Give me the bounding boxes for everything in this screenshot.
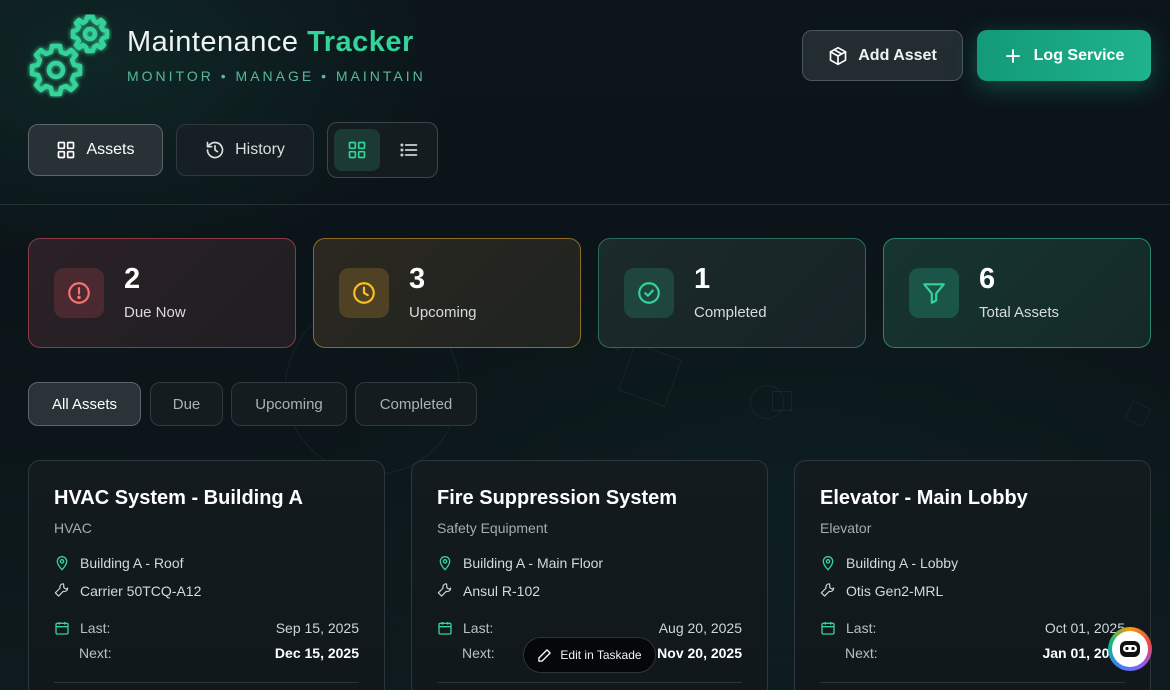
asset-location: Building A - Lobby — [820, 555, 1125, 571]
stat-value: 3 — [409, 263, 426, 295]
stat-completed[interactable]: 1 Completed — [598, 238, 866, 348]
asset-model: Otis Gen2-MRL — [820, 583, 1125, 599]
stat-value: 1 — [694, 263, 711, 295]
calendar-icon — [54, 620, 70, 636]
asset-name: Fire Suppression System — [437, 487, 678, 509]
asset-location-text: Building A - Lobby — [846, 555, 959, 571]
asset-name: HVAC System - Building A — [54, 487, 303, 509]
asset-name: Elevator - Main Lobby — [820, 487, 1028, 509]
next-service-label: Next: — [79, 645, 112, 661]
app-title: Maintenance Tracker — [127, 26, 426, 59]
stat-total-assets[interactable]: 6 Total Assets — [883, 238, 1151, 348]
asset-location-text: Building A - Main Floor — [463, 555, 604, 571]
clock-icon — [339, 268, 389, 318]
asset-model: Ansul R-102 — [437, 583, 742, 599]
brand: Maintenance Tracker MONITOR • MANAGE • M… — [127, 26, 426, 84]
card-divider — [820, 682, 1125, 683]
gears-logo-icon — [26, 14, 112, 98]
wrench-icon — [820, 583, 836, 599]
asset-model-text: Ansul R-102 — [463, 583, 541, 599]
filter-upcoming[interactable]: Upcoming — [231, 382, 347, 426]
stat-value: 2 — [124, 263, 141, 295]
stat-label: Upcoming — [409, 304, 477, 321]
pencil-icon — [537, 648, 552, 663]
tab-assets[interactable]: Assets — [28, 124, 163, 176]
card-divider — [54, 682, 359, 683]
calendar-icon — [437, 620, 453, 636]
asset-card[interactable]: HVAC System - Building A HVAC Building A… — [28, 460, 385, 690]
stat-value: 6 — [979, 263, 996, 295]
app-title-accent: Tracker — [307, 26, 414, 58]
asset-dates: Last: Sep 15, 2025 Next: Dec 15, 2025 — [54, 619, 359, 662]
next-service-date: Dec 15, 2025 — [274, 645, 359, 661]
assistant-avatar-button[interactable] — [1108, 627, 1152, 671]
filter-completed[interactable]: Completed — [355, 382, 477, 426]
plus-icon — [1004, 47, 1022, 65]
next-service-label: Next: — [462, 645, 495, 661]
filter-all-assets[interactable]: All Assets — [28, 382, 141, 426]
tab-history[interactable]: History — [176, 124, 314, 176]
tab-history-label: History — [235, 141, 285, 158]
check-circle-icon — [624, 268, 674, 318]
asset-location-text: Building A - Roof — [80, 555, 184, 571]
view-mode-toggle — [327, 122, 438, 178]
stat-label: Due Now — [124, 304, 186, 321]
stat-due-now[interactable]: 2 Due Now — [28, 238, 296, 348]
last-service-label: Last: — [846, 620, 877, 636]
asset-model: Carrier 50TCQ-A12 — [54, 583, 359, 599]
asset-dates: Last: Oct 01, 2025 Next: Jan 01, 2026 — [820, 619, 1125, 662]
asset-card[interactable]: Elevator - Main Lobby Elevator Building … — [794, 460, 1151, 690]
stat-label: Total Assets — [979, 304, 1060, 321]
edit-in-taskade-button[interactable]: Edit in Taskade — [523, 637, 656, 673]
map-pin-icon — [437, 555, 453, 571]
card-divider — [437, 682, 742, 683]
grid-view-button[interactable] — [334, 129, 380, 171]
background-shape — [772, 391, 792, 411]
edit-in-taskade-label: Edit in Taskade — [560, 648, 642, 662]
asset-category: HVAC — [54, 520, 92, 536]
grid-view-icon — [347, 140, 367, 160]
asset-model-text: Otis Gen2-MRL — [846, 583, 944, 599]
last-service-date: Aug 20, 2025 — [658, 620, 742, 636]
next-service-label: Next: — [845, 645, 878, 661]
log-service-button[interactable]: Log Service — [977, 30, 1151, 81]
list-view-button[interactable] — [386, 129, 432, 171]
filter-due[interactable]: Due — [150, 382, 223, 426]
map-pin-icon — [54, 555, 70, 571]
asset-category: Elevator — [820, 520, 872, 536]
alert-circle-icon — [54, 268, 104, 318]
tab-assets-label: Assets — [86, 141, 135, 158]
add-asset-label: Add Asset — [858, 46, 937, 64]
map-pin-icon — [820, 555, 836, 571]
grid-icon — [56, 140, 76, 160]
app-header: Maintenance Tracker MONITOR • MANAGE • M… — [0, 0, 1170, 205]
asset-location: Building A - Main Floor — [437, 555, 742, 571]
stat-label: Completed — [694, 304, 767, 321]
next-service-date: Nov 20, 2025 — [657, 645, 742, 661]
robot-avatar-icon — [1112, 631, 1148, 667]
asset-category: Safety Equipment — [437, 520, 548, 536]
asset-model-text: Carrier 50TCQ-A12 — [80, 583, 202, 599]
log-service-label: Log Service — [1033, 46, 1125, 64]
app-title-main: Maintenance — [127, 26, 299, 58]
history-icon — [205, 140, 225, 160]
last-service-label: Last: — [80, 620, 111, 636]
cube-icon — [828, 46, 848, 66]
filter-icon — [909, 268, 959, 318]
last-service-label: Last: — [463, 620, 494, 636]
wrench-icon — [437, 583, 453, 599]
last-service-date: Sep 15, 2025 — [275, 620, 359, 636]
list-view-icon — [399, 140, 419, 160]
stat-upcoming[interactable]: 3 Upcoming — [313, 238, 581, 348]
add-asset-button[interactable]: Add Asset — [802, 30, 963, 81]
wrench-icon — [54, 583, 70, 599]
asset-location: Building A - Roof — [54, 555, 359, 571]
app-subtitle: MONITOR • MANAGE • MAINTAIN — [127, 68, 426, 84]
calendar-icon — [820, 620, 836, 636]
